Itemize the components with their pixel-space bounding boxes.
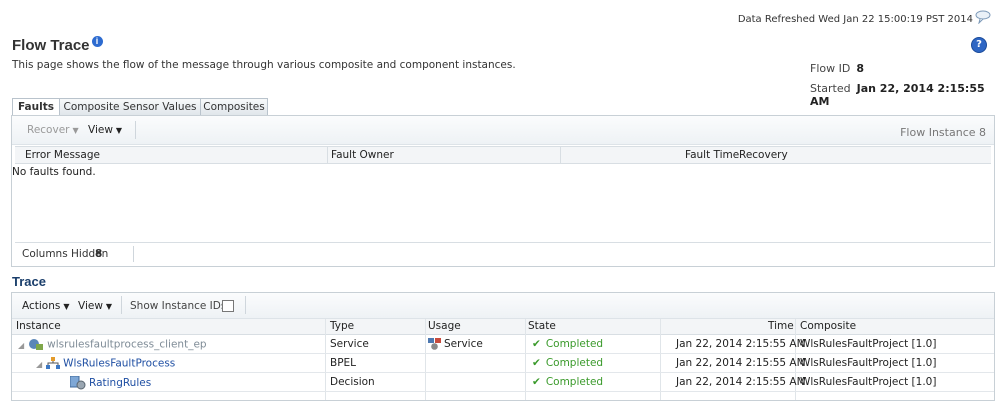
toolbar-divider [245,296,246,314]
decision-rules-icon [70,376,86,390]
flow-id-label: Flow ID [810,62,851,75]
col-fault-time[interactable]: Fault Time [685,149,739,161]
usage-label: Service [444,338,483,350]
col-usage[interactable]: Usage [428,320,461,332]
divider [133,246,134,262]
view-label: View [78,300,103,312]
col-instance[interactable]: Instance [16,320,61,332]
page-subtitle: This page shows the flow of the message … [12,59,516,71]
col-error-message[interactable]: Error Message [25,149,100,161]
column-divider [560,147,561,163]
type-cell: Service [330,338,369,350]
faults-toolbar: Recover ▼ View ▼ Flow Instance 8 [12,116,994,145]
view-menu[interactable]: View ▼ [88,124,122,136]
checkmark-icon: ✔ [532,357,541,369]
time-cell: Jan 22, 2014 2:15:55 AM [676,376,806,388]
state-label: Completed [545,376,604,388]
trace-title: Trace [12,274,46,289]
columns-hidden-count: 8 [95,248,103,260]
col-type[interactable]: Type [330,320,354,332]
page-title: Flow Trace i [12,36,103,54]
faults-table-header: Error Message Fault Owner Fault Time Rec… [15,146,991,164]
chevron-down-icon: ▼ [115,126,123,135]
toolbar-divider [121,296,122,314]
tab-composites[interactable]: Composites [200,98,268,116]
instance-cell: ◢ WlsRulesFaultProcess [36,357,175,370]
time-cell: Jan 22, 2014 2:15:55 AM [676,357,806,369]
page-title-text: Flow Trace [12,37,90,54]
chevron-down-icon: ▼ [72,126,79,135]
state-cell: ✔ Completed [532,376,603,388]
checkmark-icon: ✔ [532,338,541,350]
view-menu[interactable]: View ▼ [78,300,112,312]
collapse-triangle-icon[interactable]: ◢ [18,341,24,350]
composite-cell: WlsRulesFaultProject [1.0] [800,357,937,369]
instance-cell: RatingRules [70,376,151,390]
show-instance-ids-checkbox[interactable] [222,300,234,312]
data-refreshed-text: Data Refreshed Wed Jan 22 15:00:19 PST 2… [737,14,973,25]
columns-hidden-bar: Columns Hidden 8 [15,242,991,265]
trace-toolbar: Actions ▼ View ▼ Show Instance IDs [12,293,994,319]
table-row[interactable]: ◢ WlsRulesFaultProcess BPEL ✔ Completed Ja… [12,354,994,373]
table-row[interactable]: ◢ wlsrulesfaultprocess_client_ep Service … [12,335,994,354]
column-divider [327,147,328,163]
chevron-down-icon: ▼ [105,302,113,311]
trace-table-header: Instance Type Usage State Time Composite [12,319,994,335]
empty-message: No faults found. [12,166,96,178]
checkmark-icon: ✔ [532,376,541,388]
help-icon[interactable]: ? [971,37,987,53]
state-label: Completed [545,338,604,350]
type-cell: BPEL [330,357,357,369]
collapse-triangle-icon[interactable]: ◢ [36,360,42,369]
tab-composite-sensor-values[interactable]: Composite Sensor Values [59,98,201,116]
col-composite[interactable]: Composite [800,320,856,332]
started-label: Started [810,82,851,95]
col-time[interactable]: Time [768,320,794,332]
recover-menu[interactable]: Recover ▼ [27,124,79,136]
composite-cell: WlsRulesFaultProject [1.0] [800,338,937,350]
composite-cell: WlsRulesFaultProject [1.0] [800,376,937,388]
faults-panel: Recover ▼ View ▼ Flow Instance 8 Error Mes… [11,115,995,267]
started: Started Jan 22, 2014 2:15:55 AM [810,82,995,108]
flow-id-value: 8 [856,62,864,75]
instance-link[interactable]: RatingRules [89,377,151,389]
state-label: Completed [545,357,604,369]
usage-cell: Service [428,338,483,350]
table-row[interactable]: RatingRules Decision ✔ Completed Jan 22, … [12,373,994,392]
service-icon [428,338,441,350]
info-icon[interactable]: i [91,36,103,47]
col-state[interactable]: State [528,320,556,332]
chevron-down-icon: ▼ [63,302,70,311]
actions-menu[interactable]: Actions ▼ [22,300,70,312]
trace-panel: Actions ▼ View ▼ Show Instance IDs Instanc… [11,292,995,401]
instance-link[interactable]: WlsRulesFaultProcess [63,358,175,370]
instance-cell: ◢ wlsrulesfaultprocess_client_ep [18,338,207,351]
col-recovery[interactable]: Recovery [739,149,788,161]
col-fault-owner[interactable]: Fault Owner [331,149,394,161]
type-cell: Decision [330,376,375,388]
refresh-icon[interactable] [975,10,991,24]
toolbar-divider [135,121,136,139]
instance-link[interactable]: wlsrulesfaultprocess_client_ep [47,339,206,351]
flow-id: Flow ID 8 [810,62,864,75]
bpel-process-icon [46,357,61,369]
service-endpoint-icon [29,339,44,350]
flow-instance-label: Flow Instance 8 [900,126,986,139]
recover-label: Recover [27,124,70,136]
actions-label: Actions [22,300,61,312]
time-cell: Jan 22, 2014 2:15:55 AM [676,338,806,350]
view-label: View [88,124,113,136]
state-cell: ✔ Completed [532,357,603,369]
state-cell: ✔ Completed [532,338,603,350]
show-instance-ids-label: Show Instance IDs [130,300,227,312]
